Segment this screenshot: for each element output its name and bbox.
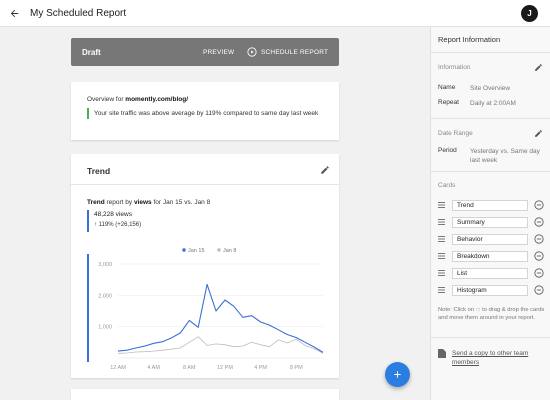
trend-card: Trend Trend report by views for Jan 15 v… bbox=[71, 154, 339, 378]
card-name-field[interactable]: List bbox=[452, 267, 528, 279]
card-name-field[interactable]: Histogram bbox=[452, 284, 528, 296]
top-bar: My Scheduled Report J bbox=[0, 0, 550, 27]
report-information-panel: Report Information Information Name Site… bbox=[430, 27, 550, 400]
cards-section-label: Cards bbox=[438, 182, 456, 189]
drag-handle-icon[interactable] bbox=[438, 202, 445, 208]
legend-label: Jan 8 bbox=[223, 248, 236, 254]
edit-information-pencil-icon[interactable] bbox=[534, 63, 543, 72]
panel-divider bbox=[431, 171, 550, 172]
overview-card: Overview for momently.com/blog/ Your sit… bbox=[71, 82, 339, 140]
chart-accent-bar bbox=[87, 254, 89, 362]
card-name-field[interactable]: Summary bbox=[452, 216, 528, 228]
drag-handle-icon[interactable] bbox=[438, 236, 445, 242]
trend-metric: views bbox=[133, 199, 152, 206]
name-key: Name bbox=[438, 84, 456, 91]
send-copy-label: Send a copy to other team members bbox=[452, 350, 529, 366]
y-tick-label: 1,000 bbox=[98, 325, 112, 331]
send-copy-link[interactable]: Send a copy to other team members bbox=[438, 349, 547, 367]
trend-range: for Jan 15 vs. Jan 8 bbox=[151, 199, 211, 206]
period-value: Yesterday vs. Same day last week bbox=[470, 148, 540, 164]
page-title: My Scheduled Report bbox=[30, 7, 127, 19]
card-item-list[interactable]: List bbox=[438, 267, 544, 279]
trend-divider bbox=[71, 184, 339, 185]
remove-card-icon[interactable] bbox=[534, 234, 544, 244]
remove-card-icon[interactable] bbox=[534, 251, 544, 261]
views-delta: ↑ 119% (+26,156) bbox=[94, 222, 142, 228]
draft-toolbar: Draft PREVIEW SCHEDULE REPORT bbox=[71, 38, 339, 66]
info-repeat-row: Repeat Daily at 2:00AM bbox=[438, 99, 548, 108]
x-tick-label: 12 PM bbox=[217, 365, 233, 371]
repeat-key: Repeat bbox=[438, 99, 459, 106]
card-item-summary[interactable]: Summary bbox=[438, 216, 544, 228]
legend-dot bbox=[182, 248, 186, 252]
drag-handle-icon[interactable] bbox=[438, 270, 445, 276]
drag-drop-note: Note: Click on ::: to drag & drop the ca… bbox=[438, 307, 545, 321]
legend-label: Jan 15 bbox=[188, 248, 205, 254]
card-name-field[interactable]: Behavior bbox=[452, 233, 528, 245]
trend-line-chart: 1,000 2,000 3,000 12 AM 4 AM 8 AM 12 PM 4 PM 8 P… bbox=[87, 248, 324, 371]
repeat-value: Daily at 2:00AM bbox=[470, 100, 516, 107]
report-main: Draft PREVIEW SCHEDULE REPORT Overview f… bbox=[0, 27, 430, 400]
info-name-row: Name Site Overview bbox=[438, 84, 548, 93]
x-tick-label: 8 PM bbox=[290, 365, 303, 371]
card-item-histogram[interactable]: Histogram bbox=[438, 284, 544, 296]
plus-icon bbox=[394, 371, 401, 378]
card-item-behavior[interactable]: Behavior bbox=[438, 233, 544, 245]
user-avatar[interactable]: J bbox=[521, 5, 538, 22]
views-total: 48,228 views bbox=[94, 211, 132, 218]
card-item-breakdown[interactable]: Breakdown bbox=[438, 250, 544, 262]
card-name-field[interactable]: Breakdown bbox=[452, 250, 528, 262]
drag-handle-icon[interactable] bbox=[438, 219, 445, 225]
play-circle-icon bbox=[247, 47, 257, 57]
remove-card-icon[interactable] bbox=[534, 268, 544, 278]
panel-divider bbox=[431, 118, 550, 119]
panel-divider bbox=[431, 52, 550, 53]
edit-pencil-icon[interactable] bbox=[320, 165, 330, 175]
y-tick-label: 3,000 bbox=[98, 262, 112, 268]
card-item-trend[interactable]: Trend bbox=[438, 199, 544, 211]
remove-card-icon[interactable] bbox=[534, 200, 544, 210]
y-tick-label: 2,000 bbox=[98, 293, 112, 299]
overview-note: Your site traffic was above average by 1… bbox=[87, 108, 318, 119]
add-card-button[interactable] bbox=[385, 362, 410, 387]
date-range-section-label: Date Range bbox=[438, 130, 473, 137]
back-arrow-icon[interactable] bbox=[2, 0, 26, 27]
information-section-label: Information bbox=[438, 64, 471, 71]
drag-handle-icon[interactable] bbox=[438, 287, 445, 293]
views-summary: 48,228 views ↑ 119% (+26,156) bbox=[87, 210, 141, 232]
legend-dot bbox=[217, 248, 221, 252]
panel-title: Report Information bbox=[438, 35, 501, 44]
overview-heading: Overview for momently.com/blog/ bbox=[87, 96, 188, 103]
x-tick-label: 4 PM bbox=[254, 365, 267, 371]
schedule-report-label: SCHEDULE REPORT bbox=[261, 48, 329, 56]
period-key: Period bbox=[438, 147, 457, 154]
preview-button[interactable]: PREVIEW bbox=[203, 49, 234, 56]
next-card bbox=[71, 389, 339, 400]
x-tick-label: 8 AM bbox=[183, 365, 196, 371]
x-tick-label: 4 AM bbox=[147, 365, 160, 371]
card-name-field[interactable]: Trend bbox=[452, 199, 528, 211]
remove-card-icon[interactable] bbox=[534, 285, 544, 295]
drag-handle-icon[interactable] bbox=[438, 253, 445, 259]
draft-status: Draft bbox=[82, 47, 101, 57]
trend-card-title: Trend bbox=[87, 166, 111, 176]
trend-subtitle: Trend report by views for Jan 15 vs. Jan… bbox=[87, 199, 210, 206]
name-value: Site Overview bbox=[470, 85, 511, 92]
schedule-report-button[interactable]: SCHEDULE REPORT bbox=[247, 47, 328, 57]
series-line-jan-15 bbox=[117, 283, 324, 353]
trend-report-word: Trend bbox=[87, 199, 105, 206]
panel-divider bbox=[431, 337, 550, 338]
document-icon bbox=[438, 349, 446, 358]
overview-prefix: Overview for bbox=[87, 96, 126, 103]
remove-card-icon[interactable] bbox=[534, 217, 544, 227]
overview-site: momently.com/blog/ bbox=[125, 96, 189, 103]
x-tick-label: 12 AM bbox=[110, 365, 126, 371]
date-period-row: Period Yesterday vs. Same day last week bbox=[438, 147, 548, 165]
edit-date-range-pencil-icon[interactable] bbox=[534, 129, 543, 138]
trend-report-mid: report by bbox=[104, 199, 134, 206]
